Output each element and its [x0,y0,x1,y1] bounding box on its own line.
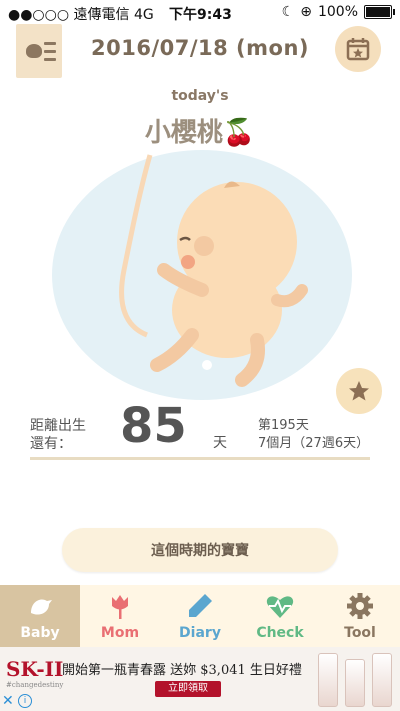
ad-banner[interactable]: SK-II #changedestiny 開始第一瓶青春露 送妳 $3,041 … [0,647,400,711]
ad-brand-tag: #changedestiny [6,681,64,689]
ad-info-icon[interactable]: i [18,694,32,708]
calendar-button[interactable] [335,26,381,72]
days-remaining: 85 [120,398,187,454]
divider [30,457,370,460]
calendar-icon [346,38,370,61]
tab-check-label: Check [256,625,304,641]
tab-mom[interactable]: Mom [80,585,160,647]
pregnancy-month-week: 7個月（27週6天） [258,436,370,451]
moon-icon: ☾ [281,4,295,20]
tab-tool-label: Tool [344,625,376,641]
tab-baby-label: Baby [20,625,60,641]
ad-close-icon[interactable]: ✕ [2,693,14,709]
pregnancy-progress: 第195天 7個月（27週6天） [258,417,369,453]
tab-check[interactable]: Check [240,585,320,647]
ad-text: 開始第一瓶青春露 送妳 $3,041 生日好禮 [62,663,302,678]
baby-this-period-button[interactable]: 這個時期的寶寶 [62,528,338,572]
tab-diary[interactable]: Diary [160,585,240,647]
tab-diary-label: Diary [179,625,221,641]
fetus-illustration [119,154,308,387]
tab-baby[interactable]: Baby [0,585,80,647]
status-right: ☾ ⊕ 100% [281,4,395,20]
todays-label: today's [171,88,229,104]
ad-brand-name: SK-II [6,657,64,681]
days-unit: 天 [213,435,227,451]
product-bottle-image [318,653,338,707]
lock-rotation-icon: ⊕ [300,4,312,20]
favorite-button[interactable] [336,368,382,414]
status-time: 下午9:43 [169,7,232,23]
carrier-signal: ●●○○○ 遠傳電信 4G [8,7,154,23]
battery-icon [364,5,395,19]
countdown-label: 距離出生 還有： [30,417,86,453]
ad-cta-button[interactable]: 立即領取 [155,681,221,697]
countdown-label-line1: 距離出生 [30,418,86,434]
product-bottle-image [345,659,365,707]
tab-bar: Baby Mom Diary Check Tool [0,585,400,647]
heartbeat-icon [265,591,295,621]
baby-name: 小櫻桃🍒 [144,118,256,148]
battery-percent: 100% [317,4,358,20]
bird-icon [25,591,55,621]
tab-tool[interactable]: Tool [320,585,400,647]
countdown-label-line2: 還有： [30,436,72,452]
star-icon [349,381,369,401]
gear-icon [345,591,375,621]
product-bottle-image [372,653,392,707]
status-bar: ●●○○○ 遠傳電信 4G 下午9:43 ☾ ⊕ 100% [0,0,400,26]
pen-icon [185,591,215,621]
pregnancy-day: 第195天 [258,418,309,433]
ad-brand-logo: SK-II #changedestiny [6,657,63,689]
tab-mom-label: Mom [100,625,140,641]
tulip-icon [105,591,135,621]
